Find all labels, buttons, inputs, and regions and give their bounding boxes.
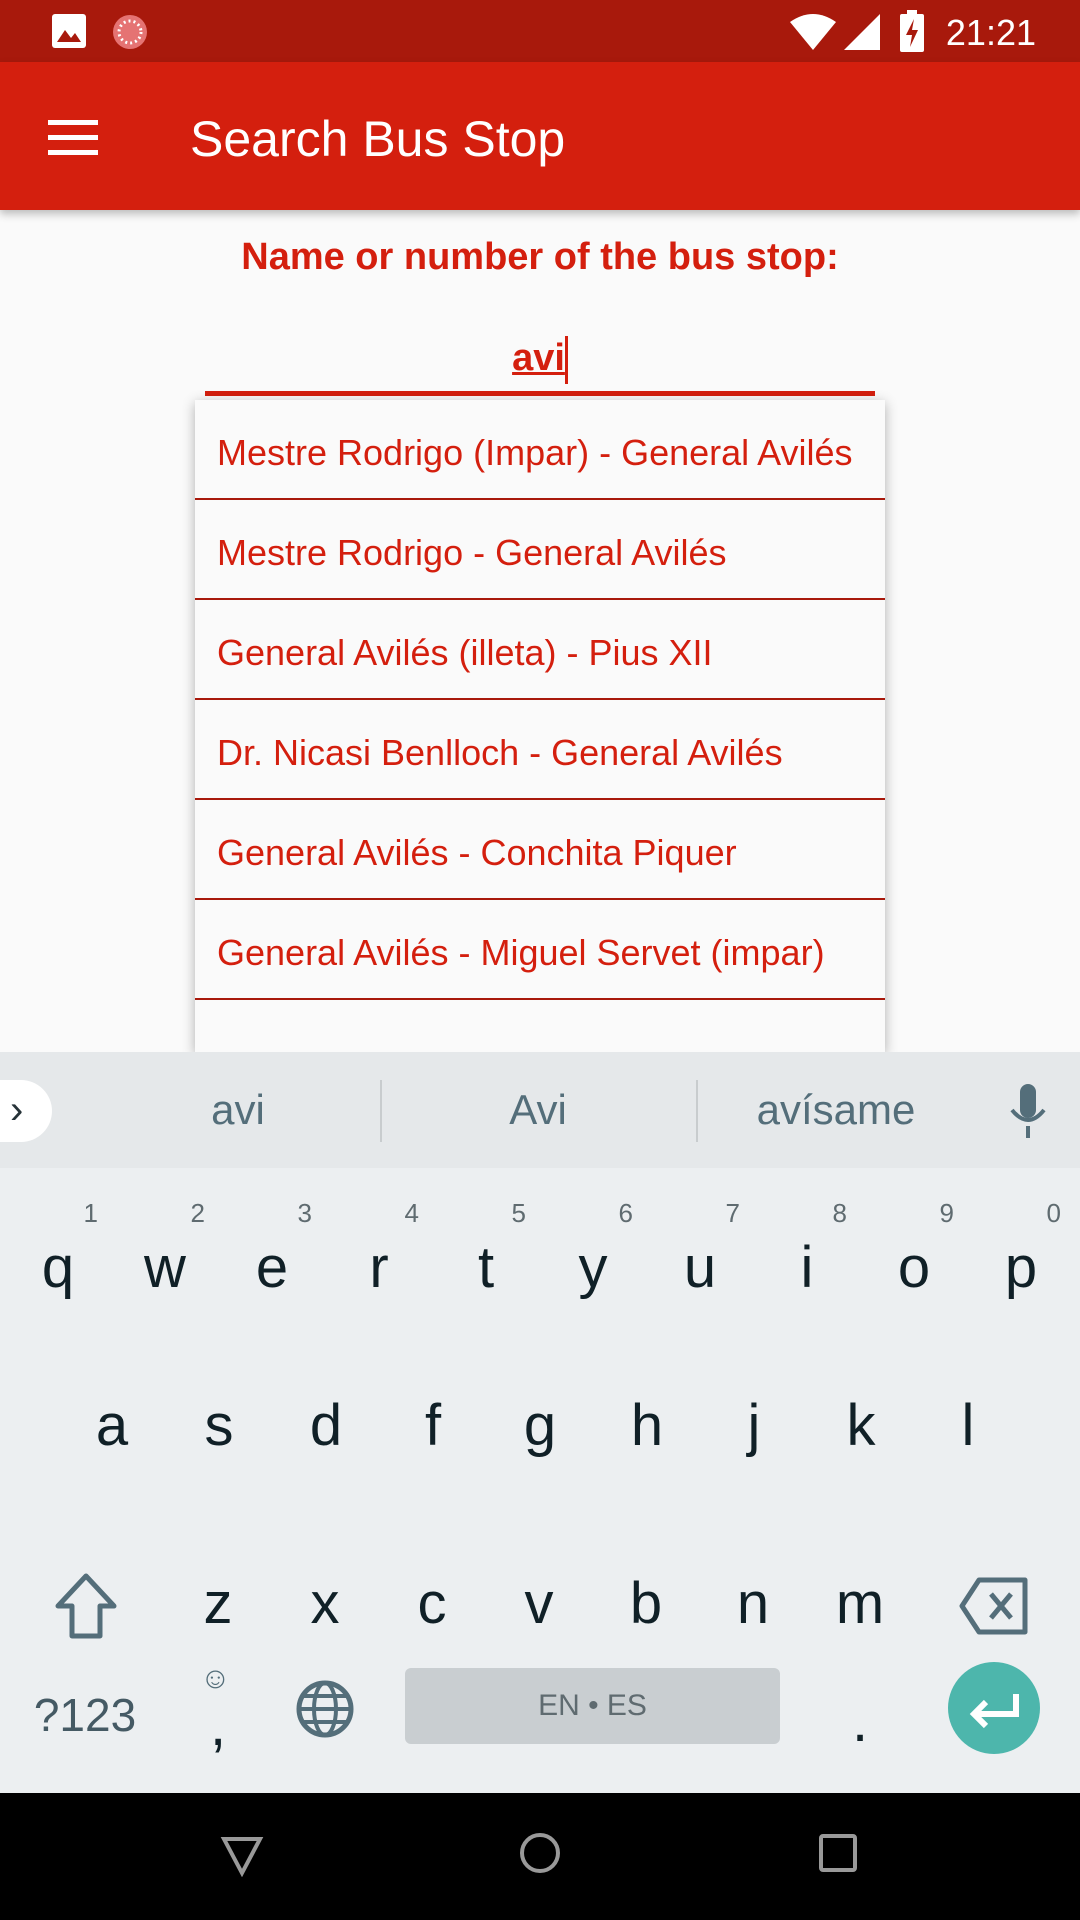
image-notification-icon <box>52 14 86 48</box>
search-input-value: avi <box>512 337 565 379</box>
key-l[interactable]: l <box>918 1352 1018 1492</box>
key-o[interactable]: 9o <box>864 1194 964 1334</box>
key-r[interactable]: 4r <box>329 1194 429 1334</box>
word-suggestion[interactable]: avísame <box>686 1086 986 1134</box>
key-a[interactable]: a <box>62 1352 162 1492</box>
emoji-icon: ☺ <box>200 1662 231 1695</box>
key-f[interactable]: f <box>383 1352 483 1492</box>
word-suggestion[interactable]: avi <box>88 1086 388 1134</box>
keyboard: › avi Avi avísame 1q2w3e4r5t6y7u8i9o0p as… <box>0 1052 1080 1793</box>
key-b[interactable]: b <box>596 1530 696 1670</box>
key-u[interactable]: 7u <box>650 1194 750 1334</box>
period-key[interactable]: . <box>810 1648 910 1788</box>
key-y[interactable]: 6y <box>543 1194 643 1334</box>
key-s[interactable]: s <box>169 1352 269 1492</box>
clock: 21:21 <box>945 12 1036 53</box>
key-g[interactable]: g <box>490 1352 590 1492</box>
key-i[interactable]: 8i <box>757 1194 857 1334</box>
key-k[interactable]: k <box>811 1352 911 1492</box>
key-q[interactable]: 1q <box>8 1194 108 1334</box>
shift-icon <box>55 1573 117 1639</box>
space-key[interactable]: EN • ES <box>405 1668 780 1744</box>
list-item[interactable]: Dr. Nicasi Benlloch - General Avilés <box>195 700 885 800</box>
symbols-key[interactable]: ?123 <box>25 1648 145 1788</box>
divider <box>380 1080 382 1142</box>
status-bar: 21:21 <box>0 0 1080 62</box>
app-bar: Search Bus Stop <box>0 62 1080 210</box>
text-cursor <box>564 335 568 384</box>
key-v[interactable]: v <box>489 1530 589 1670</box>
wifi-icon <box>790 14 836 50</box>
key-c[interactable]: c <box>382 1530 482 1670</box>
signal-icon <box>844 14 880 50</box>
backspace-key[interactable] <box>944 1530 1044 1670</box>
app-notification-icon <box>113 15 147 49</box>
autocomplete-dropdown: Mestre Rodrigo (Impar) - General Avilés … <box>195 400 885 1052</box>
list-item[interactable]: Mestre Rodrigo - General Avilés <box>195 500 885 600</box>
back-icon[interactable] <box>220 1833 264 1877</box>
navigation-bar <box>0 1793 1080 1920</box>
page-title: Search Bus Stop <box>190 111 566 167</box>
key-e[interactable]: 3e <box>222 1194 322 1334</box>
chevron-right-icon[interactable]: › <box>0 1080 52 1142</box>
list-item[interactable]: General Avilés - Miguel Servet (impar) <box>195 900 885 1000</box>
backspace-icon <box>959 1577 1028 1635</box>
comma-key[interactable]: ☺, <box>168 1648 268 1788</box>
hamburger-menu-icon[interactable] <box>48 120 98 156</box>
key-w[interactable]: 2w <box>115 1194 215 1334</box>
key-d[interactable]: d <box>276 1352 376 1492</box>
home-icon[interactable] <box>518 1831 562 1875</box>
globe-icon[interactable] <box>296 1680 354 1738</box>
search-input[interactable]: avi <box>205 330 875 396</box>
key-t[interactable]: 5t <box>436 1194 536 1334</box>
recents-icon[interactable] <box>818 1833 858 1873</box>
enter-icon <box>969 1694 1019 1729</box>
key-p[interactable]: 0p <box>971 1194 1071 1334</box>
key-n[interactable]: n <box>703 1530 803 1670</box>
key-x[interactable]: x <box>275 1530 375 1670</box>
battery-charging-icon <box>900 10 924 52</box>
key-j[interactable]: j <box>704 1352 804 1492</box>
microphone-icon[interactable] <box>1008 1084 1048 1140</box>
key-h[interactable]: h <box>597 1352 697 1492</box>
word-suggestion[interactable]: Avi <box>388 1086 688 1134</box>
suggestion-strip: › avi Avi avísame <box>0 1052 1080 1168</box>
enter-key[interactable] <box>948 1662 1040 1754</box>
list-item[interactable]: General Avilés - Conchita Piquer <box>195 800 885 900</box>
list-item[interactable]: Mestre Rodrigo (Impar) - General Avilés <box>195 400 885 500</box>
list-item[interactable]: General Avilés (illeta) - Pius XII <box>195 600 885 700</box>
search-label: Name or number of the bus stop: <box>241 236 839 278</box>
